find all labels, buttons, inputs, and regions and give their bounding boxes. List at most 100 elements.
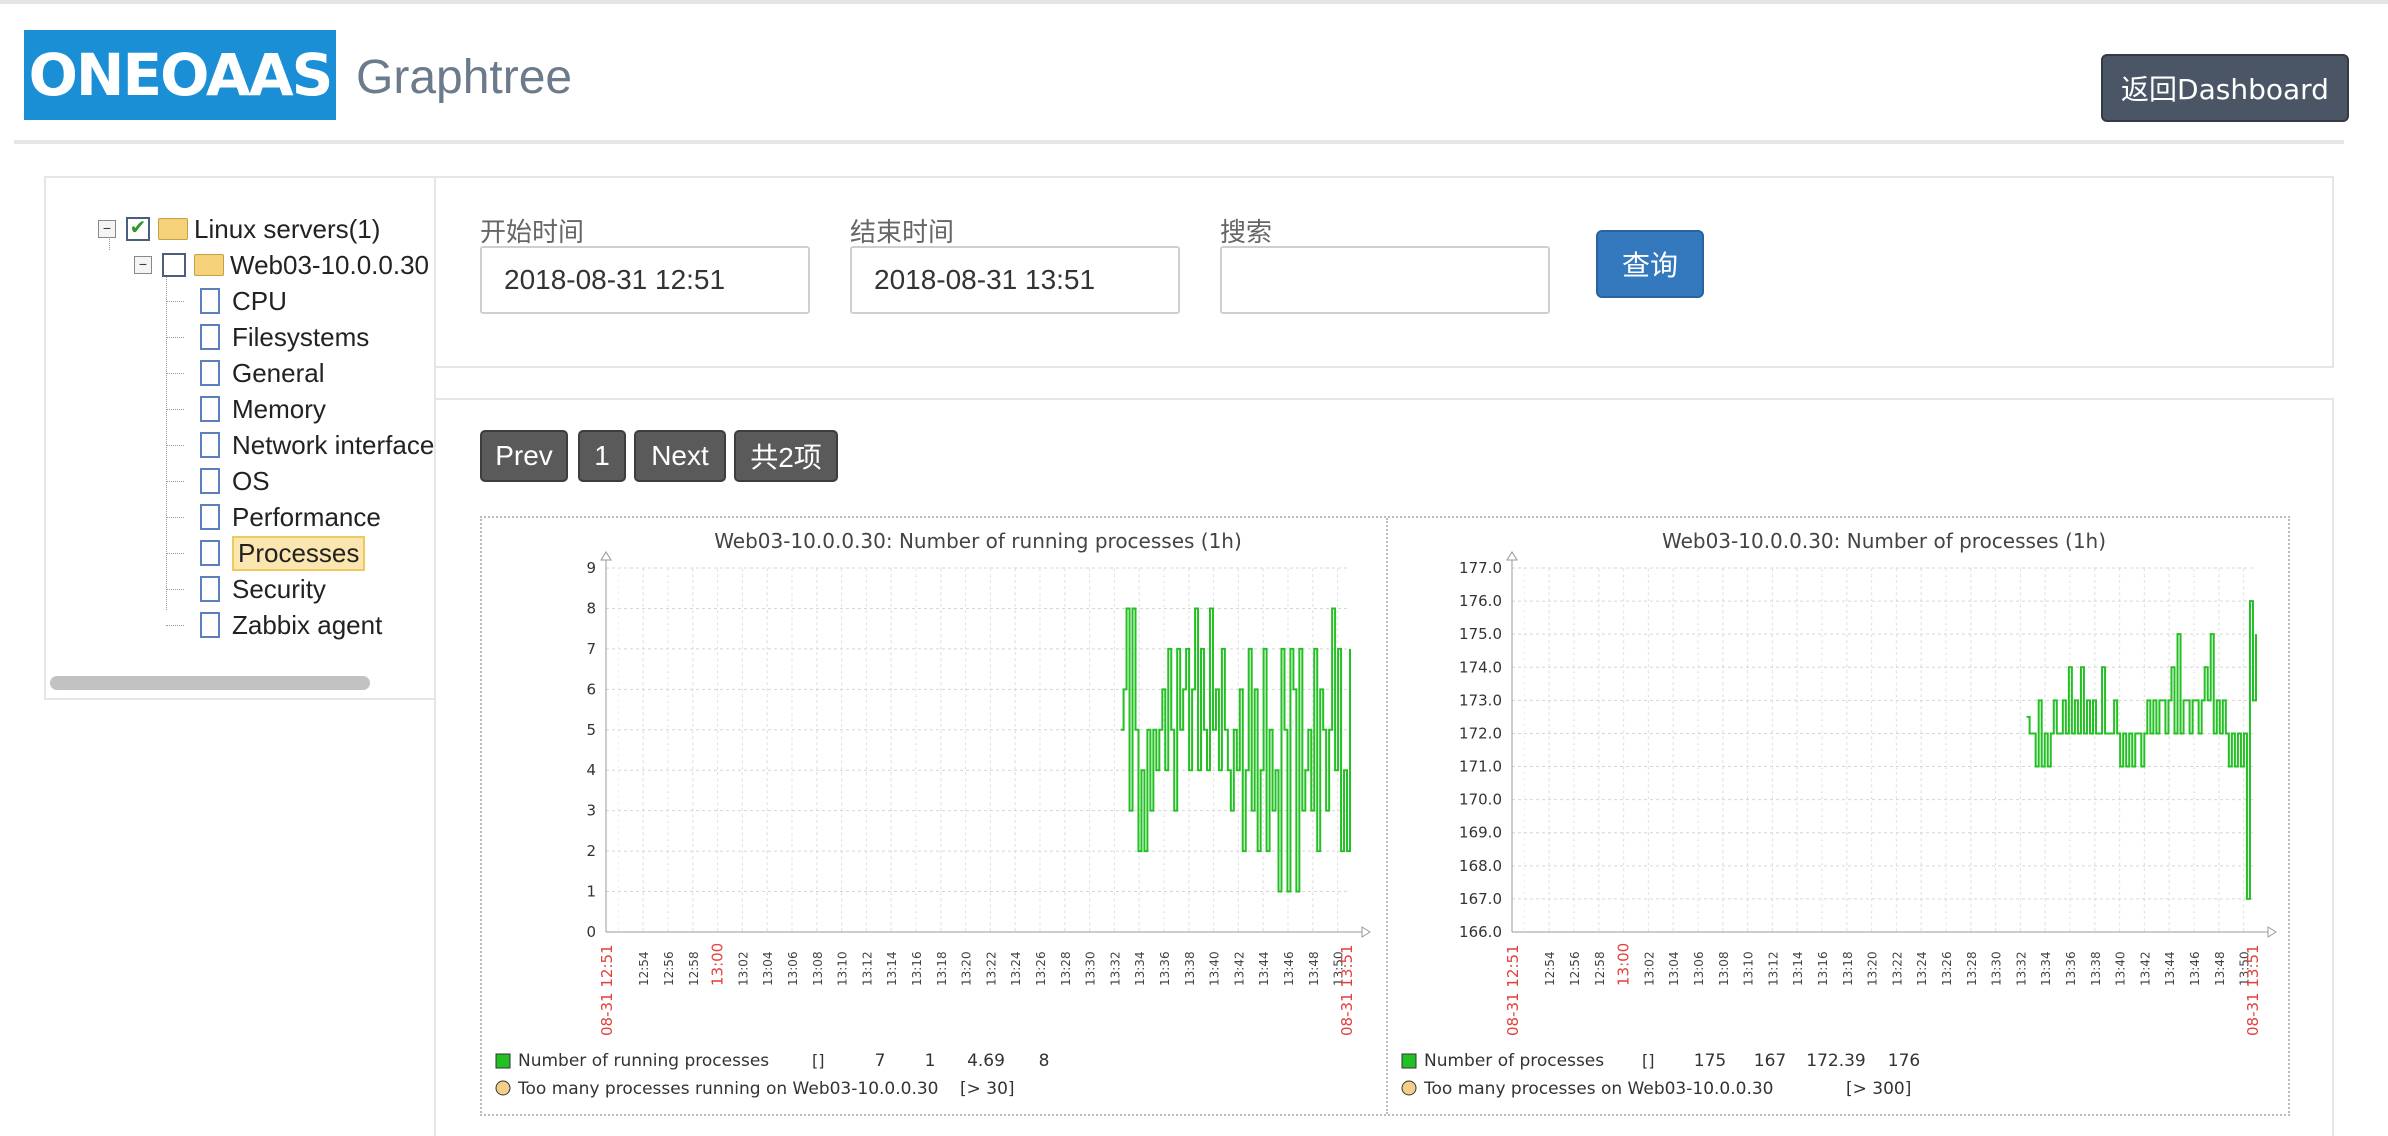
tree-connector — [166, 258, 167, 610]
chart1-y-axis-arrow — [1506, 551, 1518, 561]
end-time-input[interactable]: 2018-08-31 13:51 — [850, 246, 1180, 314]
chart1-y-tick-label: 172.0 — [1459, 724, 1502, 742]
tree-item-label[interactable]: Security — [232, 574, 326, 605]
tree-connector — [166, 301, 184, 302]
back-to-dashboard-button[interactable]: 返回Dashboard — [2101, 54, 2349, 122]
chart0-stat-value: 7 — [875, 1051, 886, 1071]
tree-node-host[interactable]: − Web03-10.0.0.30 — [134, 248, 429, 282]
tree-item-label[interactable]: Memory — [232, 394, 326, 425]
chart1-x-tick-label: 13:02 — [1642, 951, 1656, 986]
query-button[interactable]: 查询 — [1596, 230, 1704, 298]
oneoaas-logo[interactable]: ONEOAAS — [24, 30, 336, 120]
graphs-container: Web03-10.0.0.30: Number of running proce… — [480, 516, 2290, 1116]
tree-connector — [166, 409, 184, 410]
chart1-x-tick-label: 13:34 — [2039, 951, 2053, 986]
chart0-x-tick-label: 13:18 — [935, 951, 949, 986]
tree-item-processes[interactable]: Processes — [200, 535, 366, 571]
page-icon — [200, 540, 220, 566]
horizontal-scrollbar[interactable] — [50, 676, 370, 690]
chart0-x-tick-label: 13:26 — [1034, 951, 1048, 986]
tree-connector — [166, 337, 184, 338]
chart1-x-tick-label: 13:26 — [1940, 951, 1954, 986]
tree-item-label[interactable]: Performance — [232, 502, 381, 533]
chart1-stat-value: 175 — [1694, 1051, 1726, 1071]
chart1-x-tick-label: 13:40 — [2114, 951, 2128, 986]
tree-item-label[interactable]: CPU — [232, 286, 287, 317]
chart1-x-tick-label: 13:18 — [1841, 951, 1855, 986]
folder-icon — [194, 254, 224, 276]
chart0-x-tick-label: 13:30 — [1084, 951, 1098, 986]
tree-node-label[interactable]: Linux servers(1) — [194, 214, 380, 245]
chart1-legend-label: Number of processes — [1424, 1051, 1604, 1071]
tree-item-network-interfaces[interactable]: Network interfaces — [200, 428, 434, 462]
search-input[interactable] — [1220, 246, 1550, 314]
tree-node-linux-servers[interactable]: − ✔ Linux servers(1) — [98, 212, 380, 246]
chart0-x-tick-label: 13:48 — [1307, 951, 1321, 986]
chart1-trigger-icon — [1401, 1080, 1417, 1096]
chart1-x-tick-label: 13:30 — [1990, 951, 2004, 986]
chart0-x-tick-label: 13:32 — [1108, 951, 1122, 986]
start-time-label: 开始时间 — [480, 218, 585, 248]
chart1-y-tick-label: 175.0 — [1459, 625, 1502, 643]
tree-item-label[interactable]: General — [232, 358, 325, 389]
tree-connector — [166, 445, 184, 446]
tree-item-zabbix-agent[interactable]: Zabbix agent — [200, 608, 382, 642]
tree-item-os[interactable]: OS — [200, 464, 270, 498]
chart1-x-tick-label: 12:54 — [1543, 951, 1557, 986]
tree-item-filesystems[interactable]: Filesystems — [200, 320, 369, 354]
chart0-y-tick-label: 8 — [586, 599, 596, 617]
chart0-end-time-label: 08-31 13:51 — [1338, 944, 1356, 1036]
chart1-stat-bracket: [] — [1642, 1051, 1654, 1070]
tree-item-general[interactable]: General — [200, 356, 325, 390]
chart1-y-tick-label: 176.0 — [1459, 592, 1502, 610]
page-icon — [200, 288, 220, 314]
chart0-x-tick-label: 13:16 — [910, 951, 924, 986]
tree-item-label[interactable]: Filesystems — [232, 322, 369, 353]
tree-item-performance[interactable]: Performance — [200, 500, 381, 534]
graph-running-processes[interactable]: Web03-10.0.0.30: Number of running proce… — [482, 518, 1386, 1114]
page-icon — [200, 324, 220, 350]
chart1-x-tick-label: 13:36 — [2064, 951, 2078, 986]
chart-running-processes: Web03-10.0.0.30: Number of running proce… — [495, 529, 1371, 1099]
tree-item-label[interactable]: Processes — [232, 535, 366, 571]
collapse-icon[interactable]: − — [134, 256, 152, 274]
chart1-x-tick-label: 13:38 — [2089, 951, 2103, 986]
tree-item-label[interactable]: OS — [232, 466, 270, 497]
start-time-input[interactable]: 2018-08-31 12:51 — [480, 246, 810, 314]
chart1-stat-value: 167 — [1754, 1051, 1786, 1071]
chart0-trigger-threshold: [> 30] — [960, 1079, 1015, 1099]
tree-item-cpu[interactable]: CPU — [200, 284, 287, 318]
tree-item-security[interactable]: Security — [200, 572, 326, 606]
chart0-x-tick-label: 13:12 — [860, 951, 874, 986]
chart1-y-tick-label: 170.0 — [1459, 791, 1502, 809]
chart1-y-tick-label: 174.0 — [1459, 658, 1502, 676]
tree-item-memory[interactable]: Memory — [200, 392, 326, 426]
chart0-y-tick-label: 1 — [586, 883, 596, 901]
page-icon — [200, 468, 220, 494]
chart0-y-tick-label: 3 — [586, 802, 596, 820]
page-number-button[interactable]: 1 — [578, 430, 626, 482]
next-page-button[interactable]: Next — [634, 430, 726, 482]
chart0-stat-value: 1 — [925, 1051, 936, 1071]
prev-page-button[interactable]: Prev — [480, 430, 568, 482]
collapse-icon[interactable]: − — [98, 220, 116, 238]
page-icon — [200, 612, 220, 638]
chart1-start-time-label: 08-31 12:51 — [1504, 944, 1522, 1036]
checkbox-icon[interactable] — [162, 253, 186, 277]
chart0-x-tick-label: 13:04 — [761, 951, 775, 986]
tree-item-label[interactable]: Zabbix agent — [232, 610, 382, 641]
chart1-x-tick-label: 13:08 — [1717, 951, 1731, 986]
graph-number-of-processes[interactable]: Web03-10.0.0.30: Number of processes (1h… — [1386, 518, 2290, 1114]
chart0-y-tick-label: 2 — [586, 842, 596, 860]
app-header: ONEOAAS Graphtree 返回Dashboard — [14, 8, 2349, 144]
chart1-x-axis-arrow — [2267, 926, 2277, 938]
chart1-x-tick-label: 13:00 — [1615, 943, 1633, 986]
chart0-trigger-icon — [495, 1080, 511, 1096]
tree-item-label[interactable]: Network interfaces — [232, 430, 434, 461]
checkbox-checked-icon[interactable]: ✔ — [126, 217, 150, 241]
chart1-x-tick-label: 13:44 — [2163, 951, 2177, 986]
chart0-start-time-label: 08-31 12:51 — [598, 944, 616, 1036]
chart0-y-tick-label: 7 — [586, 640, 596, 658]
tree-node-label[interactable]: Web03-10.0.0.30 — [230, 250, 429, 281]
chart1-end-time-label: 08-31 13:51 — [2244, 944, 2262, 1036]
